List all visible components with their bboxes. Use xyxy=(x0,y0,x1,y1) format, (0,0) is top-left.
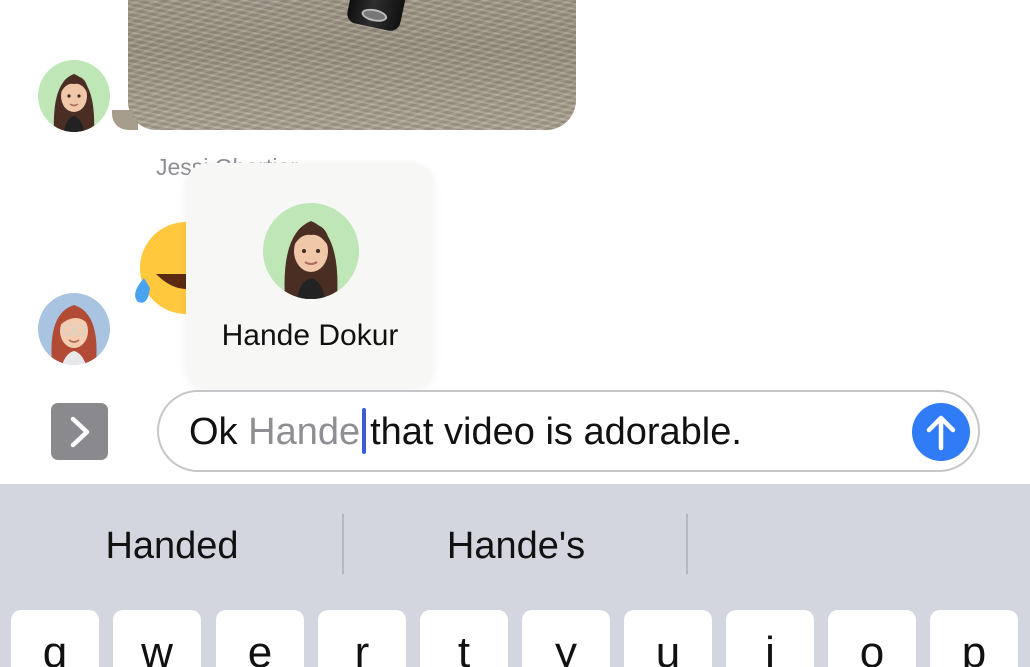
message-thread: Jessi Ghartier xyxy=(0,0,1030,484)
participant-avatar[interactable] xyxy=(38,293,110,365)
key-e[interactable]: e xyxy=(216,610,304,667)
suggestion-3[interactable] xyxy=(688,516,1030,576)
send-button[interactable] xyxy=(912,403,970,461)
key-w[interactable]: w xyxy=(113,610,201,667)
mention-avatar xyxy=(263,203,359,299)
key-p[interactable]: p xyxy=(930,610,1018,667)
text-caret xyxy=(362,407,367,454)
message-input-text[interactable]: Ok Hande that video is adorable. xyxy=(189,407,742,456)
predictive-bar: Handed Hande's xyxy=(0,484,1030,606)
key-y[interactable]: y xyxy=(522,610,610,667)
suggestion-2[interactable]: Hande's xyxy=(344,516,688,576)
typed-mention: Hande xyxy=(248,411,361,453)
key-q[interactable]: q xyxy=(11,610,99,667)
key-r[interactable]: r xyxy=(318,610,406,667)
key-t[interactable]: t xyxy=(420,610,508,667)
message-input[interactable]: Ok Hande that video is adorable. xyxy=(157,390,980,472)
key-u[interactable]: u xyxy=(624,610,712,667)
key-i[interactable]: i xyxy=(726,610,814,667)
key-o[interactable]: o xyxy=(828,610,916,667)
mention-suggestion-card[interactable]: Hande Dokur xyxy=(186,163,434,388)
photo-message[interactable] xyxy=(128,0,576,130)
photo-object xyxy=(345,0,417,33)
mention-name: Hande Dokur xyxy=(221,319,399,352)
arrow-up-icon xyxy=(926,415,956,451)
chevron-right-icon xyxy=(70,416,89,447)
input-text-after: that video is adorable. xyxy=(370,411,742,453)
input-text-before: Ok xyxy=(189,411,249,453)
contact-avatar[interactable] xyxy=(38,60,110,132)
expand-apps-button[interactable] xyxy=(51,403,108,460)
suggestion-1[interactable]: Handed xyxy=(0,516,344,576)
